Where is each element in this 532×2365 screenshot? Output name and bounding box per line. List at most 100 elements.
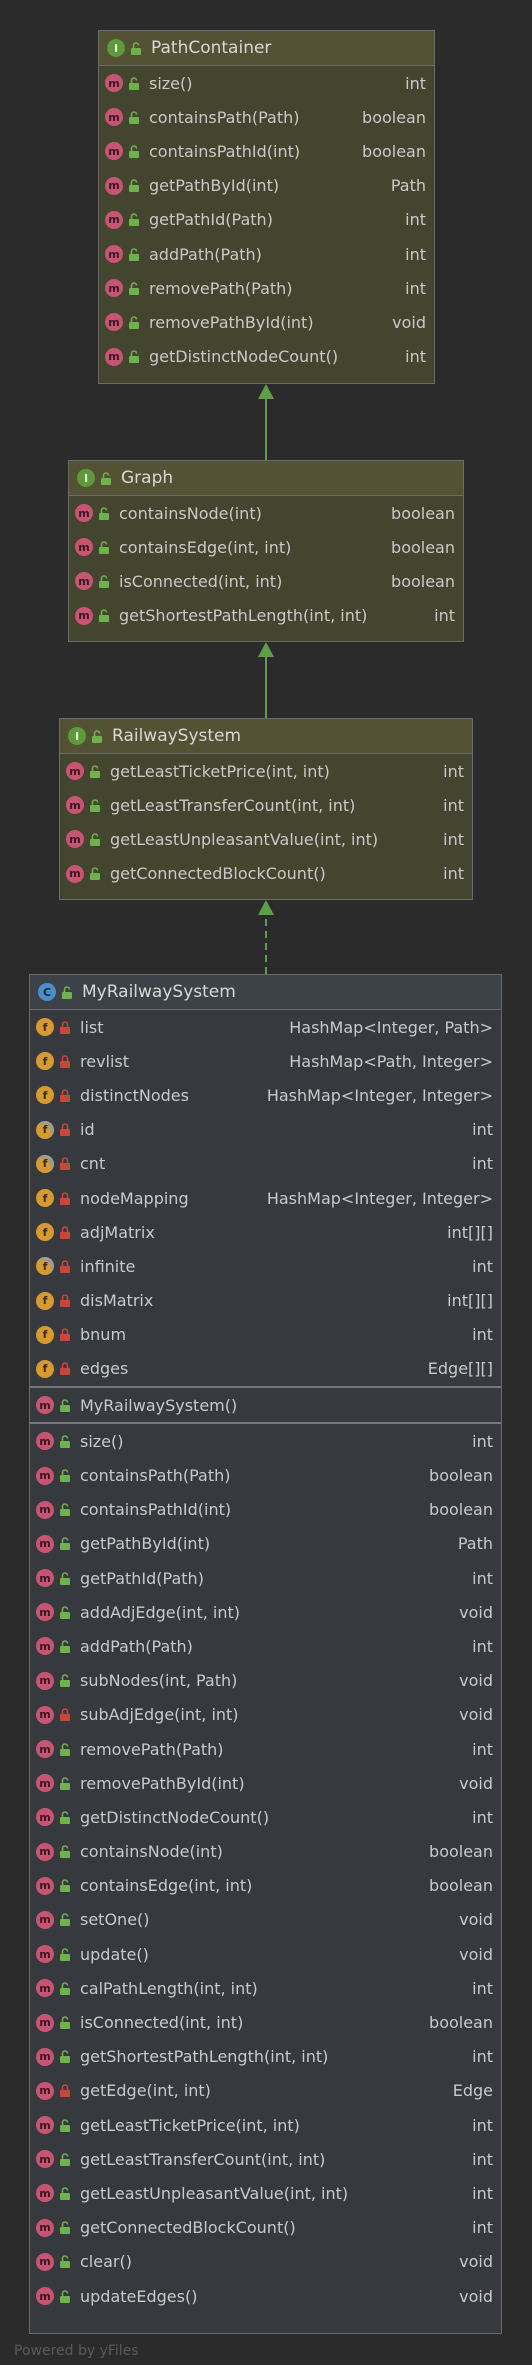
method-row-getdistinctnodecount[interactable]: m getDistinctNodeCount() int bbox=[30, 1800, 501, 1834]
field-row-bnum[interactable]: f bnum int bbox=[30, 1318, 501, 1352]
method-row-getleasttransfercount-int-int[interactable]: m getLeastTransferCount(int, int) int bbox=[60, 788, 472, 822]
private-lock-icon bbox=[58, 1054, 72, 1068]
box-header: I RailwaySystem bbox=[60, 719, 472, 754]
method-name: containsNode(int) bbox=[80, 1842, 223, 1862]
method-row-removepath-path[interactable]: m removePath(Path) int bbox=[99, 271, 434, 305]
method-row-subadjedge-int-int[interactable]: m subAdjEdge(int, int) void bbox=[30, 1698, 501, 1732]
method-row-containspathid-int[interactable]: m containsPathId(int) boolean bbox=[99, 134, 434, 168]
field-row-nodemapping[interactable]: f nodeMapping HashMap<Integer, Integer> bbox=[30, 1181, 501, 1215]
public-unlock-icon bbox=[58, 1674, 72, 1688]
method-name: calPathLength(int, int) bbox=[80, 1978, 258, 1998]
private-lock-icon bbox=[58, 1362, 72, 1376]
method-type: int bbox=[472, 2047, 493, 2067]
method-row-containsedge-int-int[interactable]: m containsEdge(int, int) boolean bbox=[30, 1869, 501, 1903]
method-icon: m bbox=[36, 1569, 54, 1588]
field-row-id[interactable]: f id int bbox=[30, 1113, 501, 1147]
interface-railwaysystem[interactable]: I RailwaySystem m getLeastTicketPrice(int, … bbox=[59, 718, 473, 900]
method-row-getdistinctnodecount[interactable]: m getDistinctNodeCount() int bbox=[99, 340, 434, 374]
method-row-containspath-path[interactable]: m containsPath(Path) boolean bbox=[99, 100, 434, 134]
method-row-getpathbyid-int[interactable]: m getPathById(int) Path bbox=[30, 1527, 501, 1561]
method-type: int bbox=[405, 210, 426, 230]
method-row-getpathid-path[interactable]: m getPathId(Path) int bbox=[30, 1561, 501, 1595]
method-row-containsnode-int[interactable]: m containsNode(int) boolean bbox=[30, 1835, 501, 1869]
method-row-removepathbyid-int[interactable]: m removePathById(int) void bbox=[99, 305, 434, 339]
method-row-getleasttransfercount-int-int[interactable]: m getLeastTransferCount(int, int) int bbox=[30, 2142, 501, 2176]
method-row-getleastticketprice-int-int[interactable]: m getLeastTicketPrice(int, int) int bbox=[60, 754, 472, 788]
method-icon: m bbox=[36, 1432, 54, 1451]
field-row-dismatrix[interactable]: f disMatrix int[][] bbox=[30, 1284, 501, 1318]
method-icon: m bbox=[36, 1637, 54, 1656]
field-row-cnt[interactable]: f cnt int bbox=[30, 1147, 501, 1181]
field-row-infinite[interactable]: f infinite int bbox=[30, 1249, 501, 1283]
method-row-clear[interactable]: m clear() void bbox=[30, 2245, 501, 2279]
method-name: getDistinctNodeCount() bbox=[80, 1807, 270, 1827]
method-row-containsnode-int[interactable]: m containsNode(int) boolean bbox=[69, 496, 463, 530]
method-row-addadjedge-int-int[interactable]: m addAdjEdge(int, int) void bbox=[30, 1595, 501, 1629]
method-row-containsedge-int-int[interactable]: m containsEdge(int, int) boolean bbox=[69, 530, 463, 564]
method-icon: m bbox=[36, 1808, 54, 1827]
method-name: removePathById(int) bbox=[80, 1773, 245, 1793]
method-icon: m bbox=[36, 1500, 54, 1519]
method-row-getpathid-path[interactable]: m getPathId(Path) int bbox=[99, 203, 434, 237]
method-row-size[interactable]: m size() int bbox=[99, 66, 434, 100]
method-type: int bbox=[405, 244, 426, 264]
method-row-getedge-int-int[interactable]: m getEdge(int, int) Edge bbox=[30, 2074, 501, 2108]
method-icon: m bbox=[36, 1534, 54, 1553]
method-row-isconnected-int-int[interactable]: m isConnected(int, int) boolean bbox=[69, 564, 463, 598]
public-unlock-icon bbox=[58, 1434, 72, 1448]
field-icon: f bbox=[36, 1086, 54, 1105]
field-row-distinctnodes[interactable]: f distinctNodes HashMap<Integer, Integer> bbox=[30, 1078, 501, 1112]
method-name: isConnected(int, int) bbox=[80, 2013, 244, 2033]
method-row-addpath-path[interactable]: m addPath(Path) int bbox=[30, 1629, 501, 1663]
method-row-subnodes-int-path[interactable]: m subNodes(int, Path) void bbox=[30, 1664, 501, 1698]
field-row-list[interactable]: f list HashMap<Integer, Path> bbox=[30, 1010, 501, 1044]
method-row-isconnected-int-int[interactable]: m isConnected(int, int) boolean bbox=[30, 2005, 501, 2039]
method-row-getpathbyid-int[interactable]: m getPathById(int) Path bbox=[99, 169, 434, 203]
method-row-size[interactable]: m size() int bbox=[30, 1424, 501, 1458]
field-type: int[][] bbox=[447, 1291, 493, 1311]
method-row-update[interactable]: m update() void bbox=[30, 1937, 501, 1971]
method-type: int bbox=[405, 278, 426, 298]
public-unlock-icon bbox=[58, 2050, 72, 2064]
method-type: int bbox=[443, 864, 464, 884]
field-name: revlist bbox=[80, 1051, 130, 1071]
box-header: C MyRailwaySystem bbox=[30, 975, 501, 1010]
method-row-containspathid-int[interactable]: m containsPathId(int) boolean bbox=[30, 1493, 501, 1527]
method-row-containspath-path[interactable]: m containsPath(Path) boolean bbox=[30, 1458, 501, 1492]
field-row-revlist[interactable]: f revlist HashMap<Path, Integer> bbox=[30, 1044, 501, 1078]
interface-graph[interactable]: I Graph m containsNode(int) boolean m contains… bbox=[68, 460, 464, 642]
field-row-edges[interactable]: f edges Edge[][] bbox=[30, 1352, 501, 1386]
method-name: size() bbox=[149, 73, 193, 93]
private-lock-icon bbox=[58, 1328, 72, 1342]
method-type: void bbox=[459, 1602, 493, 1622]
method-row-getleastunpleasantvalue-int-int[interactable]: m getLeastUnpleasantValue(int, int) int bbox=[60, 822, 472, 856]
method-row-getconnectedblockcount[interactable]: m getConnectedBlockCount() int bbox=[60, 857, 472, 891]
method-icon: m bbox=[105, 313, 123, 332]
method-row-getshortestpathlength-int-int[interactable]: m getShortestPathLength(int, int) int bbox=[69, 599, 463, 633]
method-row-getleastunpleasantvalue-int-int[interactable]: m getLeastUnpleasantValue(int, int) int bbox=[30, 2176, 501, 2210]
method-name: getPathId(Path) bbox=[149, 210, 273, 230]
method-name: getPathById(int) bbox=[80, 1534, 211, 1554]
interface-pathcontainer[interactable]: I PathContainer m size() int m containsPath(Pa… bbox=[98, 30, 435, 384]
method-row-getshortestpathlength-int-int[interactable]: m getShortestPathLength(int, int) int bbox=[30, 2040, 501, 2074]
method-row-getleastticketprice-int-int[interactable]: m getLeastTicketPrice(int, int) int bbox=[30, 2108, 501, 2142]
method-row-updateedges[interactable]: m updateEdges() void bbox=[30, 2279, 501, 2313]
method-row-addpath-path[interactable]: m addPath(Path) int bbox=[99, 237, 434, 271]
field-row-adjmatrix[interactable]: f adjMatrix int[][] bbox=[30, 1215, 501, 1249]
public-unlock-icon bbox=[127, 350, 141, 364]
method-name: subNodes(int, Path) bbox=[80, 1671, 238, 1691]
method-row-getconnectedblockcount[interactable]: m getConnectedBlockCount() int bbox=[30, 2211, 501, 2245]
public-unlock-icon bbox=[127, 144, 141, 158]
method-type: int bbox=[472, 1431, 493, 1451]
method-row-removepath-path[interactable]: m removePath(Path) int bbox=[30, 1732, 501, 1766]
public-unlock-icon bbox=[90, 729, 104, 743]
method-icon: m bbox=[36, 2252, 54, 2271]
method-row-calpathlength-int-int[interactable]: m calPathLength(int, int) int bbox=[30, 1971, 501, 2005]
public-unlock-icon bbox=[97, 540, 111, 554]
box-title: RailwaySystem bbox=[112, 726, 242, 746]
method-row-removepathbyid-int[interactable]: m removePathById(int) void bbox=[30, 1766, 501, 1800]
constructor-row-myrailwaysystem[interactable]: m MyRailwaySystem() bbox=[30, 1388, 501, 1422]
private-lock-icon bbox=[58, 1020, 72, 1034]
method-row-setone[interactable]: m setOne() void bbox=[30, 1903, 501, 1937]
class-myrailwaysystem[interactable]: C MyRailwaySystem f list HashMap<Integer, Pa… bbox=[29, 974, 502, 2334]
